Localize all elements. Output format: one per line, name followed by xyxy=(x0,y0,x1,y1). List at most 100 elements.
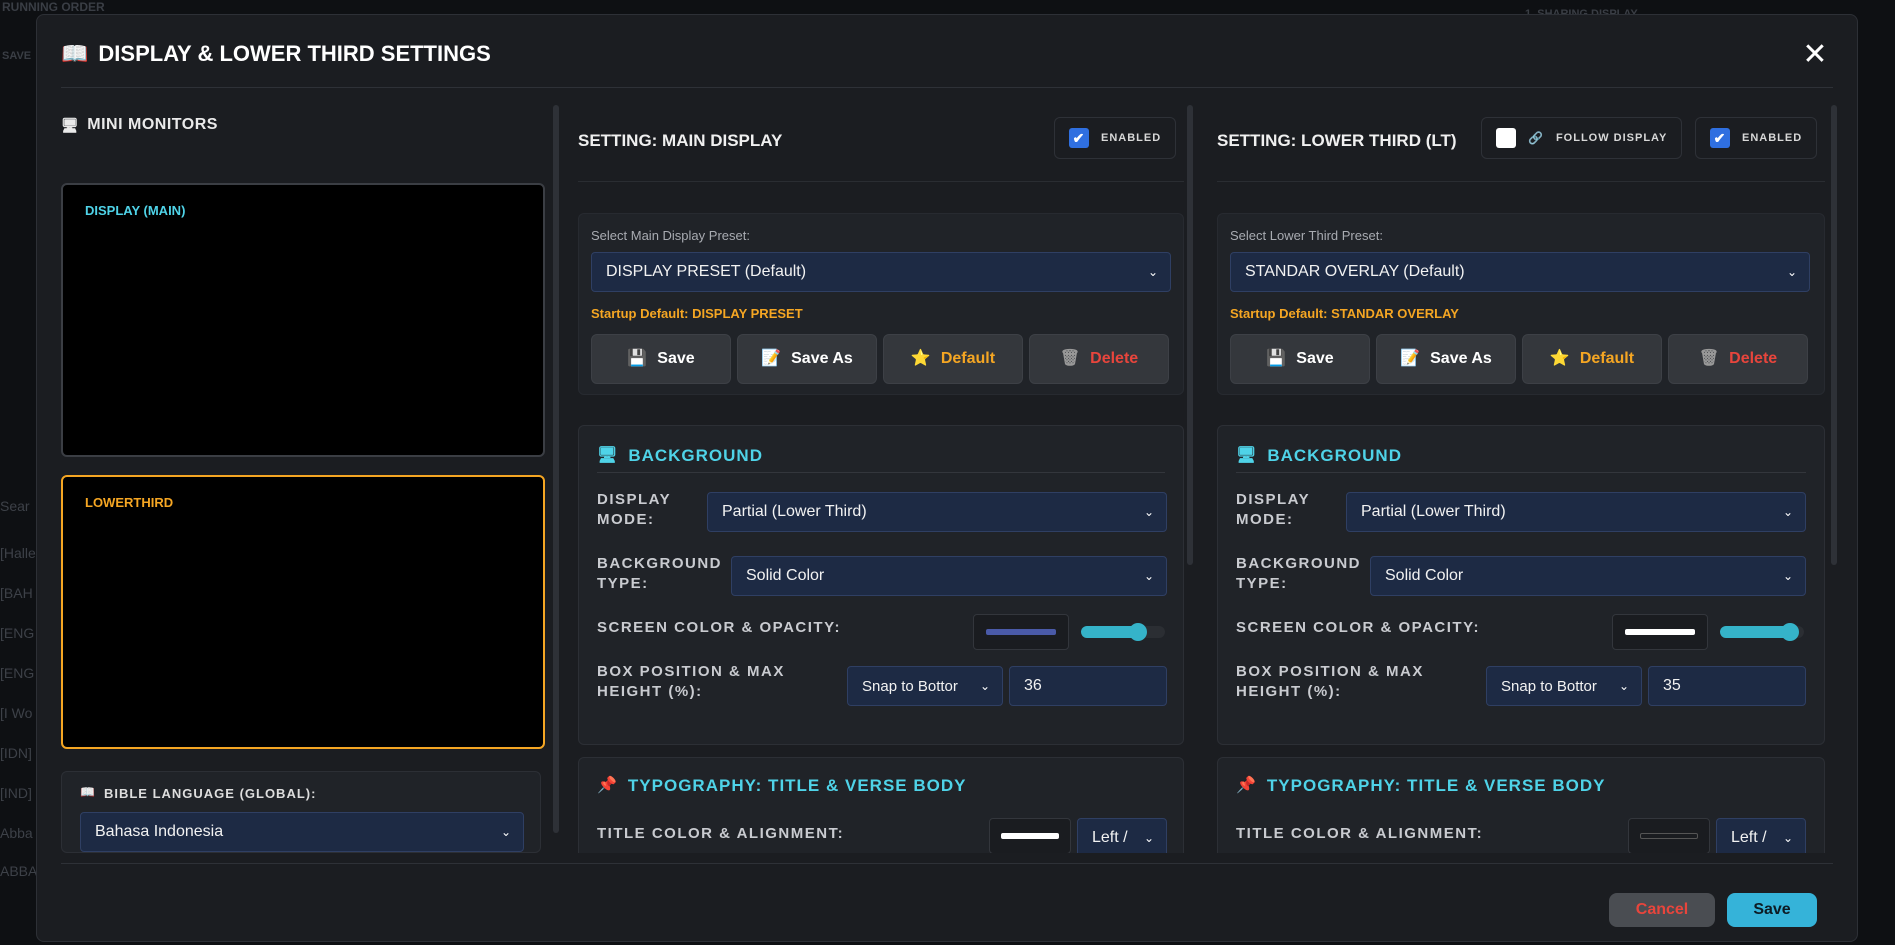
main-preset-buttons: 💾 Save 📝 Save As ⭐ Default 🗑 Delete xyxy=(591,334,1169,384)
bg-list-item[interactable]: [IDN] xyxy=(0,745,32,761)
link-icon: 🔗 xyxy=(1528,131,1544,145)
lt-background-header: 🖥 BACKGROUND xyxy=(1236,446,1402,466)
main-preset-label: Select Main Display Preset: xyxy=(591,228,750,243)
bg-list-item[interactable]: [I Wo xyxy=(0,705,32,721)
checkbox-unchecked-icon[interactable] xyxy=(1496,128,1516,148)
main-default-button[interactable]: ⭐ Default xyxy=(883,334,1023,384)
lt-preset-label: Select Lower Third Preset: xyxy=(1230,228,1383,243)
lt-bg-type-select[interactable]: Solid Color ⌄ xyxy=(1370,556,1806,596)
main-opacity-slider[interactable] xyxy=(1081,623,1165,641)
bg-search-input[interactable]: Sear xyxy=(0,498,30,514)
main-title-color-picker[interactable] xyxy=(989,818,1071,853)
main-box-position-select[interactable]: Snap to Bottor ⌄ xyxy=(847,666,1003,706)
bg-list-item[interactable]: [IND] xyxy=(0,785,32,801)
main-background-card: 🖥 BACKGROUND DISPLAY MODE: Partial (Lower… xyxy=(578,425,1184,745)
lt-follow-label: FOLLOW DISPLAY xyxy=(1555,132,1668,144)
bible-language-value: Bahasa Indonesia xyxy=(95,823,224,840)
lt-display-mode-label: DISPLAY MODE: xyxy=(1236,491,1310,528)
header-divider xyxy=(61,87,1833,88)
main-bg-type-value: Solid Color xyxy=(746,567,825,584)
modal-header: 📖 DISPLAY & LOWER THIRD SETTINGS xyxy=(61,37,491,71)
lt-default-button[interactable]: ⭐ Default xyxy=(1522,334,1662,384)
main-delete-button[interactable]: 🗑 Delete xyxy=(1029,334,1169,384)
main-background-title: BACKGROUND xyxy=(628,446,763,465)
bg-list-item[interactable]: [ENG xyxy=(0,625,34,641)
pushpin-icon: 📌 xyxy=(597,777,618,794)
save-button[interactable]: Save xyxy=(1727,893,1817,927)
book-icon: 📖 xyxy=(61,41,89,66)
lt-title-color-picker[interactable] xyxy=(1628,818,1710,853)
bg-list-item[interactable]: [ENG xyxy=(0,665,34,681)
lt-save-preset-button[interactable]: 💾 Save xyxy=(1230,334,1370,384)
lt-alignment-select[interactable]: Left / ⌄ xyxy=(1716,818,1806,853)
chevron-down-icon: ⌄ xyxy=(1143,569,1154,583)
main-save-as-button[interactable]: 📝 Save As xyxy=(737,334,877,384)
lt-screen-color-picker[interactable] xyxy=(1612,614,1708,650)
bg-list-item[interactable]: Abba xyxy=(0,825,33,841)
main-max-height-input[interactable]: 36 xyxy=(1009,666,1167,706)
bg-save-label: SAVE xyxy=(2,50,32,62)
lt-save-as-button[interactable]: 📝 Save As xyxy=(1376,334,1516,384)
chevron-down-icon: ⌄ xyxy=(1618,679,1629,693)
slider-knob[interactable] xyxy=(1129,623,1147,641)
main-preset-box: Select Main Display Preset: DISPLAY PRES… xyxy=(578,213,1184,395)
star-icon: ⭐ xyxy=(1549,350,1570,367)
monitor-lowerthird-label: LOWERTHIRD xyxy=(85,495,174,510)
cancel-button[interactable]: Cancel xyxy=(1609,893,1715,927)
bg-list-item[interactable]: [BAH xyxy=(0,585,33,601)
bible-language-header: 📖 BIBLE LANGUAGE (GLOBAL): xyxy=(80,786,316,801)
main-display-panel: SETTING: MAIN DISPLAY ✔ ENABLED Select M… xyxy=(578,105,1222,853)
slider-knob[interactable] xyxy=(1781,623,1799,641)
lt-opacity-slider[interactable] xyxy=(1720,623,1804,641)
floppy-icon: 💾 xyxy=(1266,350,1287,367)
lt-preset-select[interactable]: STANDAR OVERLAY (Default) ⌄ xyxy=(1230,252,1810,292)
chevron-down-icon: ⌄ xyxy=(1143,831,1154,845)
lt-box-position-label: BOX POSITION & MAX HEIGHT (%): xyxy=(1236,663,1424,700)
bible-language-select[interactable]: Bahasa Indonesia ⌄ xyxy=(80,812,524,852)
book-icon: 📖 xyxy=(80,785,96,799)
bible-language-label: BIBLE LANGUAGE (GLOBAL): xyxy=(103,786,317,801)
main-preset-select[interactable]: DISPLAY PRESET (Default) ⌄ xyxy=(591,252,1171,292)
lt-max-height-input[interactable]: 35 xyxy=(1648,666,1806,706)
monitor-lowerthird-preview: LOWERTHIRD xyxy=(61,475,545,749)
button-label: Default xyxy=(1579,350,1635,367)
button-label: Save As xyxy=(791,350,853,367)
checkbox-checked-icon[interactable]: ✔ xyxy=(1069,128,1089,148)
left-scrollbar[interactable] xyxy=(553,105,559,833)
card-divider xyxy=(597,472,1165,473)
settings-modal: 📖 DISPLAY & LOWER THIRD SETTINGS ✕ 🖥 MIN… xyxy=(36,14,1858,942)
color-swatch xyxy=(1001,833,1059,839)
main-save-preset-button[interactable]: 💾 Save xyxy=(591,334,731,384)
main-alignment-select[interactable]: Left / ⌄ xyxy=(1077,818,1167,853)
floppy-icon: 💾 xyxy=(627,350,648,367)
lt-follow-display-toggle[interactable]: 🔗 FOLLOW DISPLAY xyxy=(1481,117,1683,159)
main-typography-card: 📌 TYPOGRAPHY: TITLE & VERSE BODY TITLE CO… xyxy=(578,757,1184,853)
main-enabled-toggle[interactable]: ✔ ENABLED xyxy=(1054,117,1177,159)
bible-language-box: 📖 BIBLE LANGUAGE (GLOBAL): Bahasa Indone… xyxy=(61,771,541,853)
main-title-color-label: TITLE COLOR & ALIGNMENT: xyxy=(597,825,845,842)
bg-list-item[interactable]: [Halle xyxy=(0,545,36,561)
close-button[interactable]: ✕ xyxy=(1797,37,1833,73)
main-typography-title: TYPOGRAPHY: TITLE & VERSE BODY xyxy=(627,776,967,795)
lt-display-mode-select[interactable]: Partial (Lower Third) ⌄ xyxy=(1346,492,1806,532)
lt-delete-button[interactable]: 🗑 Delete xyxy=(1668,334,1808,384)
checkbox-checked-icon[interactable]: ✔ xyxy=(1710,128,1730,148)
main-typography-header: 📌 TYPOGRAPHY: TITLE & VERSE BODY xyxy=(597,776,966,796)
main-display-title: SETTING: MAIN DISPLAY xyxy=(578,131,783,150)
main-panel-scrollbar[interactable] xyxy=(1187,105,1193,565)
running-order-label: RUNNING ORDER xyxy=(2,0,105,14)
main-display-mode-select[interactable]: Partial (Lower Third) ⌄ xyxy=(707,492,1167,532)
lt-background-card: 🖥 BACKGROUND DISPLAY MODE: Partial (Lower… xyxy=(1217,425,1825,745)
color-swatch xyxy=(1640,833,1698,839)
mini-monitors-column: 🖥 MINI MONITORS DISPLAY (MAIN) LOWERTHIR… xyxy=(61,105,545,853)
lt-panel-scrollbar[interactable] xyxy=(1831,105,1837,565)
mini-monitors-header: 🖥 MINI MONITORS xyxy=(61,105,545,145)
bg-list-item[interactable]: ABBA xyxy=(0,863,37,879)
main-bg-type-select[interactable]: Solid Color ⌄ xyxy=(731,556,1167,596)
lt-box-position-select[interactable]: Snap to Bottor ⌄ xyxy=(1486,666,1642,706)
card-divider xyxy=(1236,472,1806,473)
lt-enabled-toggle[interactable]: ✔ ENABLED xyxy=(1695,117,1818,159)
lt-display-mode-value: Partial (Lower Third) xyxy=(1361,503,1506,520)
footer-divider xyxy=(61,863,1833,864)
main-screen-color-picker[interactable] xyxy=(973,614,1069,650)
